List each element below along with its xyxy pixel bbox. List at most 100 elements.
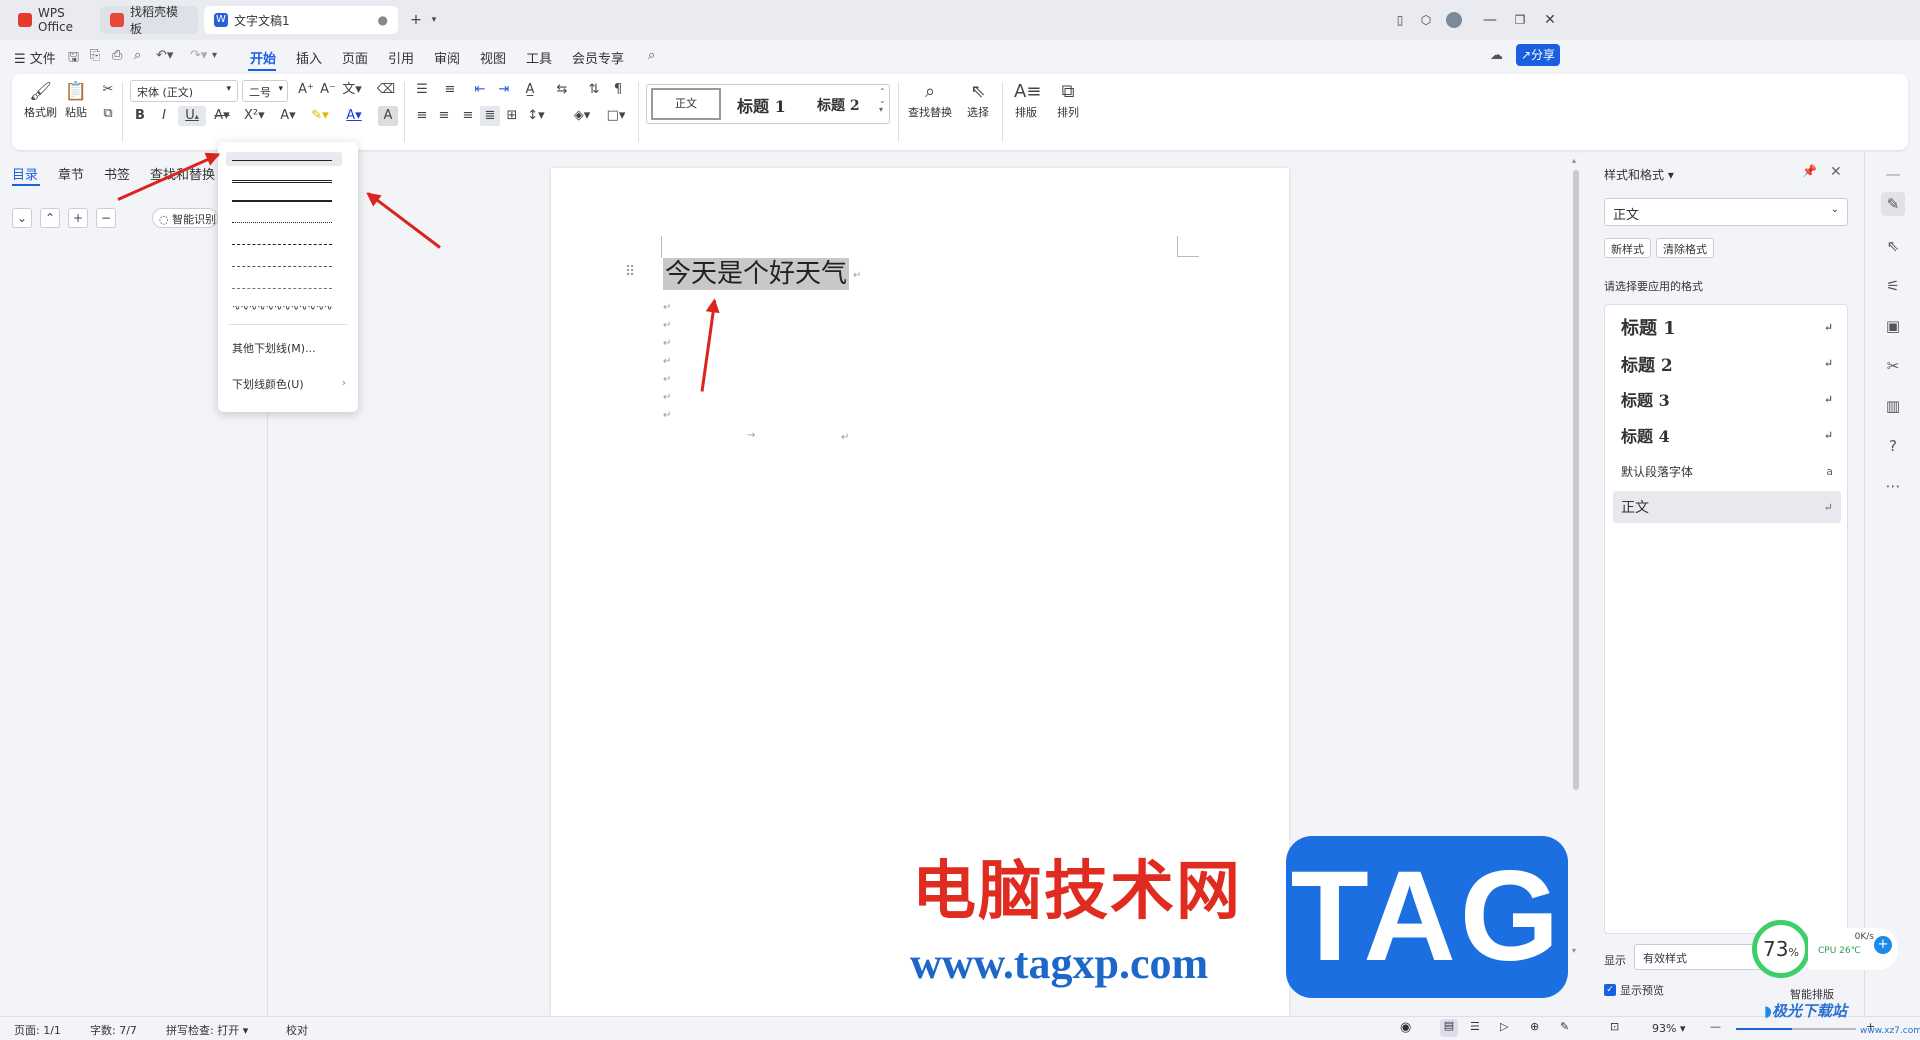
zoom-level[interactable]: 93% ▾ — [1652, 1022, 1685, 1035]
underline-thick[interactable] — [232, 200, 332, 202]
font-size-select[interactable]: 二号 ▾ — [242, 80, 288, 102]
more-icon[interactable]: ⋯ — [1881, 474, 1905, 498]
undo-icon[interactable]: ↶▾ — [156, 48, 173, 63]
tab-review[interactable]: 审阅 — [434, 48, 460, 67]
style-item-heading1[interactable]: 标题 1 ↵ — [1613, 311, 1841, 343]
play-icon[interactable]: ▷ — [1500, 1020, 1508, 1033]
expand-up-icon[interactable]: ⌃ — [40, 208, 60, 228]
superscript-icon[interactable]: X²▾ — [244, 106, 265, 126]
distributed-icon[interactable]: ⊞ — [502, 106, 522, 126]
style-normal[interactable]: 正文 — [651, 88, 721, 120]
gallery-scroll-icon[interactable]: ⌃ ⌄ ▾ — [879, 87, 886, 114]
tools-icon[interactable]: ✂ — [1881, 354, 1905, 378]
style-item-heading2[interactable]: 标题 2 ↵ — [1613, 347, 1841, 379]
underline-dash-dot-dot[interactable] — [232, 288, 332, 289]
show-filter-select[interactable]: 有效样式 — [1634, 944, 1764, 970]
minus-icon[interactable]: — — [1881, 162, 1905, 186]
cut-icon[interactable]: ✂ — [98, 80, 118, 100]
tab-tools[interactable]: 工具 — [526, 48, 552, 67]
scroll-up-icon[interactable]: ▴ — [1572, 156, 1576, 165]
tab-docer-templates[interactable]: 找稻壳模板 — [100, 5, 198, 36]
help-icon[interactable]: ? — [1881, 434, 1905, 458]
vertical-scrollbar[interactable]: ▴ ▾ — [1572, 156, 1580, 996]
outline-view-icon[interactable]: ☰ — [1470, 1020, 1480, 1033]
grow-font-icon[interactable]: A⁺ — [296, 80, 316, 100]
bold-icon[interactable]: B — [130, 106, 150, 126]
close-icon[interactable]: ✕ — [1540, 10, 1560, 30]
style-item-default-font[interactable]: 默认段落字体 a — [1613, 455, 1841, 487]
phonetic-icon[interactable]: 文▾ — [342, 80, 362, 100]
cloud-icon[interactable]: ☁ — [1490, 48, 1503, 63]
select-button[interactable]: ⇖ 选择 — [966, 80, 990, 120]
clear-format-icon[interactable]: ⌫ — [376, 80, 396, 100]
font-name-select[interactable]: 宋体 (正文) ▾ — [130, 80, 238, 102]
show-preview-checkbox[interactable]: ✓ 显示预览 — [1604, 982, 1664, 998]
minimize-icon[interactable]: — — [1480, 10, 1500, 30]
tab-references[interactable]: 引用 — [388, 48, 414, 67]
tab-wps-office[interactable]: WPS Office — [8, 6, 94, 34]
line-spacing-icon[interactable]: ↕▾ — [526, 106, 546, 126]
paragraph-flow-icon[interactable]: ⇆ — [552, 80, 572, 100]
shrink-font-icon[interactable]: A⁻ — [318, 80, 338, 100]
align-right-icon[interactable]: ≡ — [458, 106, 478, 126]
tab-insert[interactable]: 插入 — [296, 48, 322, 67]
new-tab-icon[interactable]: + — [406, 10, 426, 30]
eye-icon[interactable]: ◉ — [1400, 1020, 1411, 1035]
layout-button[interactable]: A≡ 排版 — [1014, 80, 1041, 120]
scroll-down-icon[interactable]: ▾ — [1572, 946, 1576, 955]
current-style-select[interactable]: 正文 ⌄ — [1604, 198, 1848, 226]
scrollbar-thumb[interactable] — [1573, 170, 1579, 790]
underline-single[interactable] — [232, 160, 332, 161]
justify-icon[interactable]: ≣ — [480, 106, 500, 126]
pen-icon[interactable]: ✎ — [1560, 1020, 1569, 1033]
numbered-list-icon[interactable]: ≡ — [440, 80, 460, 100]
chevron-down-icon[interactable]: ▾ — [424, 10, 444, 30]
export-icon[interactable]: ⎘ — [90, 48, 100, 63]
tab-member[interactable]: 会员专享 — [572, 48, 624, 67]
tab-view[interactable]: 视图 — [480, 48, 506, 67]
more-chevron-icon[interactable]: ▾ — [212, 50, 217, 61]
close-panel-icon[interactable]: ✕ — [1830, 164, 1842, 180]
word-count[interactable]: 字数: 7/7 — [90, 1022, 137, 1038]
italic-icon[interactable]: I — [154, 106, 174, 126]
style-heading2[interactable]: 标题 2 — [817, 95, 860, 115]
sort-icon[interactable]: ⇅ — [584, 80, 604, 100]
copy-icon[interactable]: ⧉ — [98, 104, 118, 124]
page-count[interactable]: 页面: 1/1 — [14, 1022, 61, 1038]
zoom-slider[interactable] — [1736, 1028, 1856, 1030]
underline-button[interactable]: U▴ — [178, 106, 206, 126]
page-view-icon[interactable]: ▤ — [1440, 1019, 1458, 1037]
text-effect-icon[interactable]: A▾ — [278, 106, 298, 126]
pin-icon[interactable]: 📌 — [1802, 164, 1817, 178]
align-center-icon[interactable]: ≡ — [434, 106, 454, 126]
bullet-list-icon[interactable]: ☰ — [412, 80, 432, 100]
fit-icon[interactable]: ⊡ — [1610, 1020, 1619, 1033]
image-edit-icon[interactable]: ▣ — [1881, 314, 1905, 338]
underline-dotted[interactable] — [232, 222, 332, 223]
redo-icon[interactable]: ↷▾ — [190, 48, 207, 63]
show-marks-icon[interactable]: ¶ — [608, 80, 628, 100]
nav-tab-bookmark[interactable]: 书签 — [104, 164, 130, 183]
nav-tab-chapter[interactable]: 章节 — [58, 164, 84, 183]
zoom-out-icon[interactable]: — — [1710, 1020, 1721, 1033]
tab-home[interactable]: 开始 — [250, 48, 276, 67]
unsaved-dot-icon[interactable]: ● — [378, 13, 388, 27]
print-icon[interactable]: ⎙ — [112, 48, 122, 63]
underline-dash-dot[interactable] — [232, 266, 332, 267]
style-item-heading3[interactable]: 标题 3 ↵ — [1613, 383, 1841, 415]
layout-icon[interactable]: ▯ — [1390, 10, 1410, 30]
file-menu[interactable]: ☰ 文件 — [14, 48, 56, 67]
char-shading-icon[interactable]: A — [378, 106, 398, 126]
new-style-button[interactable]: 新样式 — [1604, 238, 1651, 258]
book-icon[interactable]: ▥ — [1881, 394, 1905, 418]
select-tool-icon[interactable]: ⇖ — [1881, 234, 1905, 258]
style-heading1[interactable]: 标题 1 — [737, 93, 786, 117]
highlight-icon[interactable]: ✎▾ — [310, 106, 330, 126]
underline-dashed[interactable] — [232, 244, 332, 245]
arrange-button[interactable]: ⧉ 排列 — [1056, 80, 1080, 120]
style-item-normal[interactable]: 正文 ↵ — [1613, 491, 1841, 523]
increase-indent-icon[interactable]: ⇥ — [494, 80, 514, 100]
tab-page[interactable]: 页面 — [342, 48, 368, 67]
cube-icon[interactable]: ⬡ — [1416, 10, 1436, 30]
strikethrough-icon[interactable]: A▾ — [212, 106, 232, 126]
